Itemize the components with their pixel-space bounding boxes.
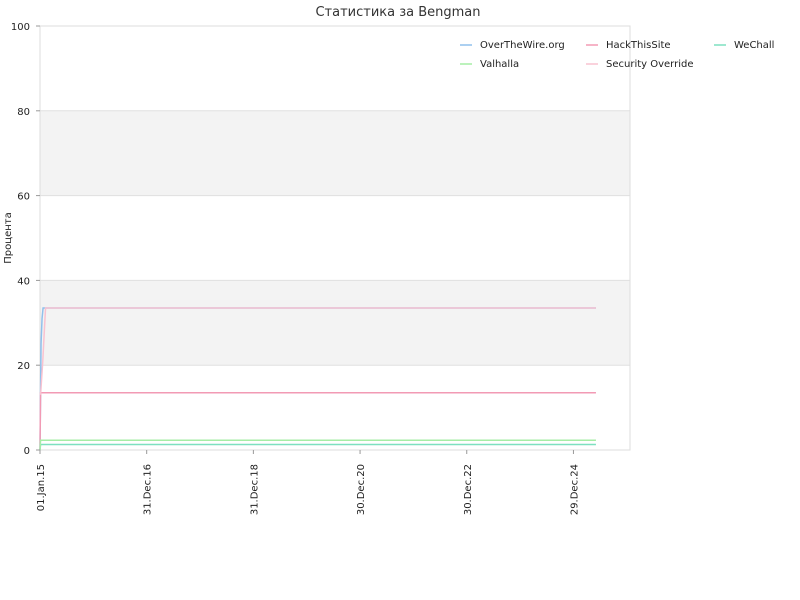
y-tick-label: 60 [17, 192, 30, 203]
plot-border [39, 25, 631, 451]
y-tick-label: 80 [17, 107, 30, 118]
series-line [39, 443, 596, 451]
legend-label: Valhalla [480, 59, 519, 70]
legend-label: WeChall [734, 40, 774, 51]
y-tick-label: 40 [17, 276, 30, 287]
legend-label: Security Override [606, 59, 694, 70]
x-tick-label: 31.Dec.18 [249, 464, 260, 515]
y-tick-label: 20 [17, 361, 30, 372]
series-line [39, 392, 596, 451]
x-tick-label: 30.Dec.20 [356, 464, 367, 515]
gridlines [40, 25, 630, 451]
chart: Статистика за Bengman 0 20 40 60 80 100 01.Ja… [3, 5, 774, 515]
y-axis-label: Процента [3, 212, 14, 263]
x-tick-label: 31.Dec.16 [143, 464, 154, 515]
x-axis-ticks: 01.Jan.15 31.Dec.16 31.Dec.18 30.Dec.20 30.D… [36, 450, 580, 515]
y-tick-label: 100 [11, 22, 30, 33]
x-tick-label: 01.Jan.15 [36, 464, 47, 511]
x-tick-label: 29.Dec.24 [569, 464, 580, 515]
grid-band [40, 110, 630, 196]
grid-band [40, 280, 630, 366]
legend-label: HackThisSite [606, 40, 671, 51]
grid-bands [40, 110, 630, 366]
y-tick-label: 0 [24, 446, 30, 457]
legend: OverTheWire.org HackThisSite WeChall Valhal… [460, 40, 774, 70]
y-axis-ticks: 0 20 40 60 80 100 [11, 22, 40, 457]
legend-label: OverTheWire.org [480, 40, 565, 51]
chart-title: Статистика за Bengman [315, 5, 480, 20]
x-tick-label: 30.Dec.22 [463, 464, 474, 515]
